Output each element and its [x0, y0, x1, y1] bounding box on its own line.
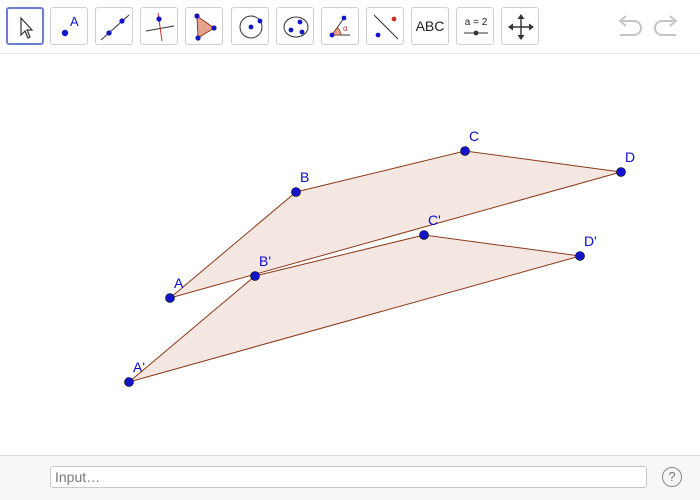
point-d[interactable] [616, 167, 626, 177]
text-tool-button[interactable]: ABC [411, 7, 449, 45]
graphics-view[interactable]: A B C D A' B' C' D' [0, 55, 700, 455]
move-tool-button[interactable] [6, 7, 44, 45]
line-icon [100, 14, 130, 41]
circle-tool-button[interactable] [231, 7, 269, 45]
point-icon: A [61, 14, 79, 37]
circle-center-point-icon [239, 15, 263, 39]
label-d: D [625, 149, 636, 165]
label-b: B [300, 169, 310, 185]
reflect-tool-button[interactable] [366, 7, 404, 45]
point-d-prime[interactable] [575, 251, 585, 261]
polygon-icon [194, 13, 217, 41]
label-c: C [469, 128, 480, 144]
angle-tool-button[interactable]: α [321, 7, 359, 45]
redo-icon [654, 15, 678, 36]
point-a[interactable] [165, 293, 175, 303]
redo-button[interactable] [650, 12, 682, 40]
label-a-prime: A' [133, 359, 146, 375]
slider-icon: a = 2 [464, 17, 488, 36]
point-c-prime[interactable] [419, 230, 429, 240]
label-b-prime: B' [259, 253, 272, 269]
label-a: A [174, 275, 184, 291]
undo-button[interactable] [614, 12, 646, 40]
perpendicular-line-tool-button[interactable] [140, 7, 178, 45]
angle-icon: α [329, 15, 350, 38]
ellipse-icon [283, 16, 309, 38]
perpendicular-line-icon [145, 12, 175, 42]
arrow-cursor-icon [20, 16, 34, 39]
input-field[interactable] [50, 466, 647, 488]
polygon-tool-button[interactable] [185, 7, 223, 45]
text-icon: ABC [415, 18, 445, 34]
point-tool-button[interactable]: A [50, 7, 88, 45]
label-c-prime: C' [428, 212, 441, 228]
toolbar: A α ABC a = 2 [0, 0, 700, 54]
angle-tool-label: α [343, 24, 348, 33]
point-a-prime[interactable] [124, 377, 134, 387]
slider-tool-button[interactable]: a = 2 [456, 7, 494, 45]
reflect-about-line-icon [373, 14, 399, 40]
line-tool-button[interactable] [95, 7, 133, 45]
point-b-prime[interactable] [250, 271, 260, 281]
point-b[interactable] [291, 187, 301, 197]
point-c[interactable] [460, 146, 470, 156]
undo-icon [618, 15, 642, 36]
move-arrows-icon [508, 14, 534, 40]
input-bar: ? [0, 455, 700, 500]
label-d-prime: D' [584, 233, 597, 249]
conic-tool-button[interactable] [276, 7, 314, 45]
move-graphics-view-tool-button[interactable] [501, 7, 539, 45]
point-tool-label: A [70, 14, 79, 29]
slider-tool-label: a = 2 [465, 17, 488, 28]
help-icon[interactable]: ? [662, 467, 682, 487]
polygon-abcd-image[interactable] [128, 234, 581, 383]
